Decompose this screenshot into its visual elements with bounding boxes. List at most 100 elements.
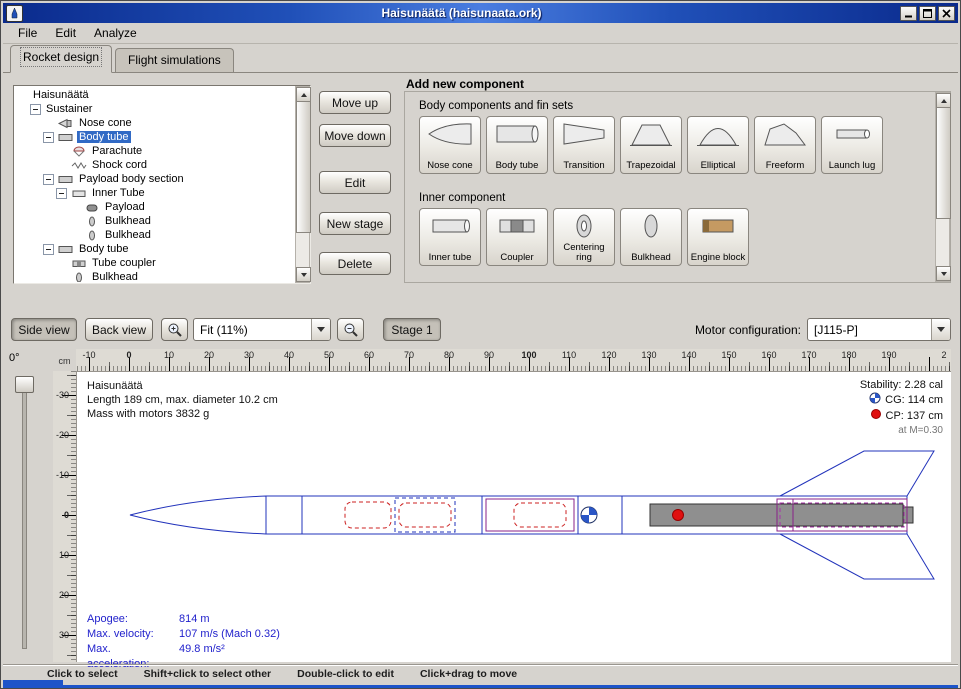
add-freeform-fin-button[interactable]: Freeform bbox=[754, 116, 816, 174]
collapse-icon[interactable] bbox=[30, 104, 41, 115]
move-up-button[interactable]: Move up bbox=[319, 91, 391, 114]
zoom-out-button[interactable] bbox=[337, 318, 364, 341]
collapse-icon[interactable] bbox=[43, 132, 54, 143]
coupler-icon bbox=[494, 213, 540, 242]
bulkhead-icon bbox=[70, 272, 87, 283]
chevron-down-icon[interactable] bbox=[311, 319, 330, 340]
zoom-level-select[interactable]: Fit (11%) bbox=[193, 318, 331, 341]
zoom-in-button[interactable] bbox=[161, 318, 188, 341]
minimize-button[interactable] bbox=[900, 6, 917, 21]
collapse-icon[interactable] bbox=[43, 174, 54, 185]
ruler-unit-label: cm bbox=[53, 351, 76, 371]
add-centering-ring-button[interactable]: Centering ring bbox=[553, 208, 615, 266]
hint-click-select: Click to select bbox=[47, 668, 118, 680]
hint-double-click: Double-click to edit bbox=[297, 668, 394, 680]
tree-item-parachute[interactable]: Parachute bbox=[15, 144, 294, 158]
scroll-down-icon[interactable] bbox=[936, 266, 951, 281]
components-scrollbar[interactable] bbox=[935, 92, 950, 282]
nose-cone-shape[interactable] bbox=[130, 496, 266, 534]
tree-scrollbar[interactable] bbox=[295, 86, 310, 283]
openrocket-window: Haisunäätä (haisunaata.ork) File Edit An… bbox=[0, 0, 961, 689]
scroll-up-icon[interactable] bbox=[296, 87, 311, 102]
tree-item-inner-tube[interactable]: Inner Tube bbox=[15, 186, 294, 200]
rocket-diagram[interactable]: Haisunäätä Length 189 cm, max. diameter … bbox=[76, 371, 951, 662]
delete-button[interactable]: Delete bbox=[319, 252, 391, 275]
payload-section-shape[interactable] bbox=[482, 496, 578, 534]
stability-info: Stability: 2.28 cal CG: 114 cm CP: 137 c… bbox=[860, 378, 943, 438]
menu-edit[interactable]: Edit bbox=[46, 24, 85, 42]
add-transition-button[interactable]: Transition bbox=[553, 116, 615, 174]
add-engine-block-button[interactable]: Engine block bbox=[687, 208, 749, 266]
launch-lug-icon bbox=[829, 121, 875, 150]
hint-click-drag: Click+drag to move bbox=[420, 668, 517, 680]
tab-flight-simulations[interactable]: Flight simulations bbox=[115, 48, 234, 72]
hint-shift-click: Shift+click to select other bbox=[144, 668, 272, 680]
back-view-button[interactable]: Back view bbox=[85, 318, 153, 341]
tree-item-body-tube-aft[interactable]: Body tube bbox=[15, 242, 294, 256]
edit-button[interactable]: Edit bbox=[319, 171, 391, 194]
tree-item-payload[interactable]: Payload bbox=[15, 200, 294, 214]
add-elliptical-fin-button[interactable]: Elliptical bbox=[687, 116, 749, 174]
tab-rocket-design[interactable]: Rocket design bbox=[10, 45, 112, 73]
mach-note: at M=0.30 bbox=[860, 424, 943, 438]
maximize-button[interactable] bbox=[919, 6, 936, 21]
tree-rows: Haisunäätä Sustainer Nose cone Body tube bbox=[15, 88, 294, 282]
tree-item-bulkhead[interactable]: Bulkhead bbox=[15, 270, 294, 282]
bulkhead-icon bbox=[83, 230, 100, 241]
close-button[interactable] bbox=[938, 6, 955, 21]
collapse-icon[interactable] bbox=[56, 188, 67, 199]
payload-icon bbox=[83, 202, 100, 213]
cp-icon bbox=[870, 408, 882, 424]
inner-tube-icon bbox=[70, 188, 87, 199]
body-components-row: Nose cone Body tube Transition Trapezoid… bbox=[419, 116, 883, 174]
add-bulkhead-button[interactable]: Bulkhead bbox=[620, 208, 682, 266]
scroll-down-icon[interactable] bbox=[296, 267, 311, 282]
scrollbar-thumb[interactable] bbox=[936, 107, 951, 219]
collapse-icon[interactable] bbox=[43, 244, 54, 255]
menu-analyze[interactable]: Analyze bbox=[85, 24, 146, 42]
tree-item-nose-cone[interactable]: Nose cone bbox=[15, 116, 294, 130]
tree-item-stage[interactable]: Sustainer bbox=[15, 102, 294, 116]
titlebar: Haisunäätä (haisunaata.ork) bbox=[3, 3, 958, 23]
tree-item-payload-section[interactable]: Payload body section bbox=[15, 172, 294, 186]
scroll-up-icon[interactable] bbox=[936, 93, 951, 108]
tree-item-bulkhead[interactable]: Bulkhead bbox=[15, 228, 294, 242]
rotation-slider-thumb[interactable] bbox=[15, 376, 34, 393]
add-nose-cone-button[interactable]: Nose cone bbox=[419, 116, 481, 174]
stage-1-toggle[interactable]: Stage 1 bbox=[383, 318, 441, 341]
tree-item-shock-cord[interactable]: Shock cord bbox=[15, 158, 294, 172]
cg-icon bbox=[869, 392, 881, 408]
add-body-tube-button[interactable]: Body tube bbox=[486, 116, 548, 174]
rotation-slider[interactable] bbox=[22, 377, 27, 649]
fin-bottom[interactable] bbox=[780, 534, 934, 579]
tree-item-tube-coupler[interactable]: Tube coupler bbox=[15, 256, 294, 270]
side-view-button[interactable]: Side view bbox=[11, 318, 77, 341]
menu-file[interactable]: File bbox=[9, 24, 46, 42]
rocket-name: Haisunäätä bbox=[87, 379, 278, 393]
desktop-strip bbox=[3, 685, 958, 688]
tree-item-body-tube-selected[interactable]: Body tube bbox=[15, 130, 294, 144]
minimize-icon bbox=[904, 9, 913, 18]
fin-top[interactable] bbox=[780, 451, 934, 496]
body-tube-icon bbox=[57, 132, 74, 143]
nose-cone-icon bbox=[427, 121, 473, 150]
add-launch-lug-button[interactable]: Launch lug bbox=[821, 116, 883, 174]
parachute-icon bbox=[70, 146, 87, 157]
cp-marker bbox=[673, 510, 684, 521]
new-stage-button[interactable]: New stage bbox=[319, 212, 391, 235]
add-coupler-button[interactable]: Coupler bbox=[486, 208, 548, 266]
maximize-icon bbox=[923, 9, 932, 18]
tree-item-bulkhead[interactable]: Bulkhead bbox=[15, 214, 294, 228]
body-tube-icon bbox=[57, 244, 74, 255]
motor-configuration-select[interactable]: [J115-P] bbox=[807, 318, 951, 341]
rocket-mass: Mass with motors 3832 g bbox=[87, 407, 278, 421]
bottom-edge bbox=[3, 680, 958, 688]
chevron-down-icon[interactable] bbox=[931, 319, 950, 340]
body-tube-icon bbox=[57, 174, 74, 185]
move-down-button[interactable]: Move down bbox=[319, 124, 391, 147]
add-trapezoidal-fin-button[interactable]: Trapezoidal bbox=[620, 116, 682, 174]
add-inner-tube-button[interactable]: Inner tube bbox=[419, 208, 481, 266]
tree-item-rocket[interactable]: Haisunäätä bbox=[15, 88, 294, 102]
engine-block-icon bbox=[695, 213, 741, 242]
scrollbar-thumb[interactable] bbox=[296, 101, 311, 233]
